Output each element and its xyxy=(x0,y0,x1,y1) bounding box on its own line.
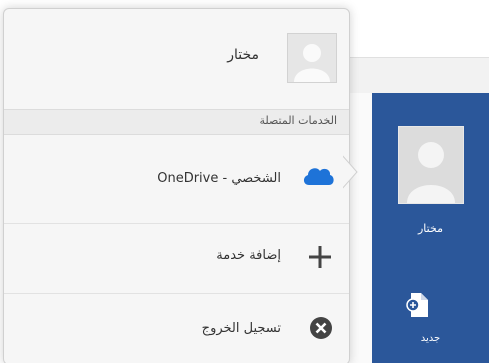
connected-services-header: الخدمات المتصلة xyxy=(4,109,349,135)
avatar-icon xyxy=(287,33,337,83)
rail-avatar-icon[interactable] xyxy=(398,126,464,204)
panel-pointer-arrow xyxy=(340,152,361,192)
rail-user-name[interactable]: مختار xyxy=(372,222,489,235)
new-document-icon[interactable] xyxy=(406,292,430,318)
account-user-name: مختار xyxy=(227,47,259,63)
section-header-label: الخدمات المتصلة xyxy=(259,114,337,127)
menu-item-sign-out[interactable]: تسجيل الخروج xyxy=(4,293,349,363)
sign-out-x-icon xyxy=(309,316,333,340)
add-service-label: إضافة خدمة xyxy=(216,248,281,263)
menu-item-add-service[interactable]: إضافة خدمة xyxy=(4,223,349,294)
onedrive-cloud-icon xyxy=(301,163,335,187)
account-menu-panel: مختار الخدمات المتصلة الشخصي - OneDrive … xyxy=(3,8,350,363)
account-user-row[interactable]: مختار xyxy=(4,21,349,109)
app-window: مختار جديد مختار الخدمات المتصلة الشخصي … xyxy=(0,0,489,363)
app-title-bar xyxy=(345,57,489,95)
plus-icon xyxy=(307,244,333,270)
menu-item-onedrive[interactable]: الشخصي - OneDrive xyxy=(4,133,349,223)
rail-new-label[interactable]: جديد xyxy=(372,333,489,344)
onedrive-label: الشخصي - OneDrive xyxy=(157,171,281,186)
sign-out-label: تسجيل الخروج xyxy=(201,321,281,336)
